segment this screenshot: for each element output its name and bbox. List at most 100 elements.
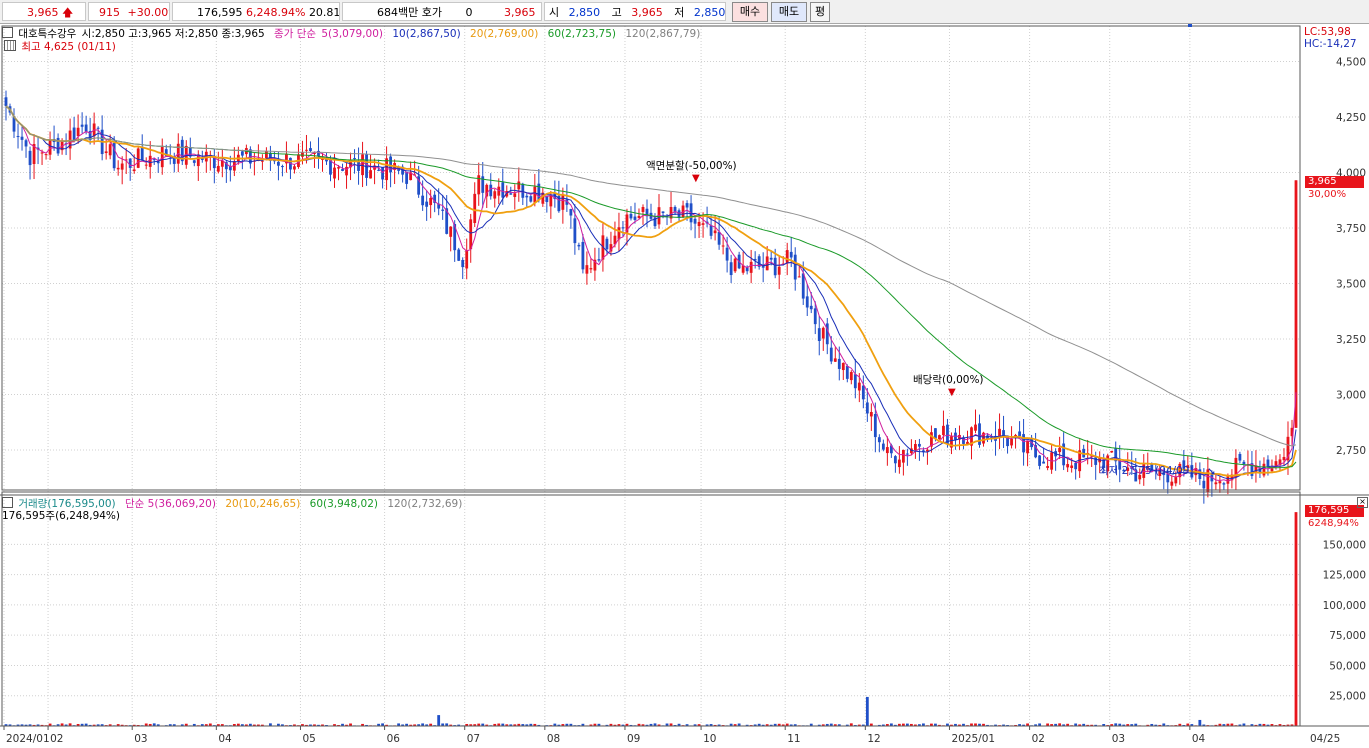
- hc-readout: HC:-14,27: [1304, 38, 1357, 50]
- candle-body: [72, 127, 76, 141]
- candle-body: [717, 231, 721, 245]
- candle-body: [845, 366, 849, 379]
- candle-body: [1270, 468, 1274, 472]
- volume-marker-value: 176,595: [1308, 505, 1350, 516]
- candle-body: [701, 223, 705, 225]
- candle-body: [160, 146, 164, 168]
- volume-tick-label: 25,000: [1329, 691, 1366, 703]
- candle-body: [337, 167, 340, 169]
- candle-body: [116, 167, 120, 170]
- candle-body: [309, 148, 312, 152]
- quote-value: 0: [465, 6, 473, 19]
- candle-body: [621, 227, 625, 229]
- candle-body: [317, 150, 320, 157]
- x-tick-label: 07: [467, 733, 480, 745]
- candle-body: [585, 265, 589, 274]
- candle-body: [785, 250, 789, 264]
- price-marker-pct: 30,00%: [1308, 189, 1347, 200]
- volume-tick-label: 150,000: [1323, 539, 1366, 551]
- quote-price: 3,965: [504, 6, 536, 19]
- candle-body: [1238, 453, 1242, 461]
- candle-body: [1026, 441, 1029, 454]
- volume-marker-pct: 6248,94%: [1308, 518, 1359, 529]
- close-pane-icon[interactable]: ×: [1357, 497, 1368, 508]
- price-tick-label: 3,000: [1336, 390, 1366, 402]
- candle-body: [281, 166, 284, 168]
- candle-body: [128, 158, 132, 168]
- candle-body: [493, 191, 497, 199]
- x-tick-label: 04/25: [1310, 733, 1340, 745]
- stock-chart[interactable]: 2,7503,0003,2503,5003,7504,0004,2504,500…: [0, 24, 1369, 748]
- sell-button[interactable]: 매도: [771, 2, 807, 22]
- price-marker: 3,965: [1305, 176, 1364, 188]
- candle-body: [136, 148, 140, 168]
- volume-bar: [1294, 512, 1298, 726]
- volume-legend-vol: 거래량(176,595,00): [18, 498, 116, 510]
- candle-body: [80, 124, 84, 127]
- candle-body: [1282, 456, 1286, 461]
- candle-body: [1058, 447, 1062, 453]
- candle-body: [693, 218, 697, 224]
- dividend-marker-icon: ▼: [948, 387, 956, 398]
- candle-body: [873, 413, 877, 438]
- candle-body: [833, 358, 837, 362]
- volume-field: 176,595 6,248.94% 20.81%: [172, 2, 340, 21]
- candle-body: [1214, 482, 1218, 485]
- candle-body: [40, 152, 44, 154]
- candle-body: [277, 161, 280, 166]
- candle-body: [861, 385, 865, 400]
- candle-body: [725, 247, 729, 261]
- buy-button[interactable]: 매수: [732, 2, 768, 22]
- evaluate-button[interactable]: 평: [810, 2, 830, 22]
- chart-area[interactable]: 2,750 3,000 3,250 3,500 3,750 4,000 4,250 4,500…: [0, 24, 1369, 748]
- candle-body: [529, 196, 533, 202]
- candle-body: [405, 171, 409, 184]
- candle-body: [1074, 462, 1078, 470]
- candle-body: [152, 159, 156, 161]
- ma60-legend: 60(2,723,75): [547, 28, 616, 40]
- volume-legend-ma120: 120(2,732,69): [387, 498, 463, 510]
- candle-body: [1218, 481, 1222, 484]
- candle-body: [20, 136, 24, 140]
- candle-body: [216, 165, 220, 172]
- split-annotation: 액면분할(-50,00%): [646, 160, 737, 172]
- candle-body: [821, 327, 825, 339]
- candle-body: [881, 443, 885, 450]
- candle-body: [429, 197, 433, 206]
- candle-body: [361, 154, 364, 176]
- candle-body: [641, 207, 645, 212]
- candle-body: [865, 402, 869, 414]
- candle-body: [661, 211, 665, 213]
- candle-body: [144, 164, 148, 166]
- candle-body: [305, 149, 308, 151]
- candle-body: [381, 167, 384, 180]
- candle-body: [501, 182, 505, 198]
- candle-body: [16, 136, 20, 138]
- candle-body: [1094, 457, 1098, 465]
- ma120-legend: 120(2,867,79): [625, 28, 701, 40]
- candle-body: [4, 97, 8, 107]
- volume-bar: [437, 715, 441, 726]
- volume-bar: [865, 696, 869, 726]
- candle-body: [581, 241, 585, 270]
- candle-body: [837, 358, 841, 369]
- candle-body: [749, 261, 753, 273]
- candle-body: [801, 273, 805, 299]
- candle-body: [525, 195, 529, 198]
- candle-body: [709, 225, 713, 236]
- candle-body: [192, 160, 196, 163]
- candle-body: [1242, 461, 1246, 465]
- candle-body: [869, 412, 873, 417]
- candle-body: [461, 259, 465, 268]
- candle-body: [1066, 464, 1070, 468]
- candle-body: [685, 203, 689, 208]
- price-tick-label: 4,250: [1336, 112, 1366, 124]
- candle-body: [509, 193, 513, 195]
- candle-body: [829, 347, 833, 362]
- quote-label: 호가: [421, 6, 442, 19]
- volume-tick-label: 75,000: [1329, 630, 1366, 642]
- price-pane-frame: [1, 25, 1301, 491]
- candle-body: [589, 268, 593, 270]
- up-arrow-icon: 🡅: [62, 6, 74, 19]
- candle-body: [1294, 180, 1298, 428]
